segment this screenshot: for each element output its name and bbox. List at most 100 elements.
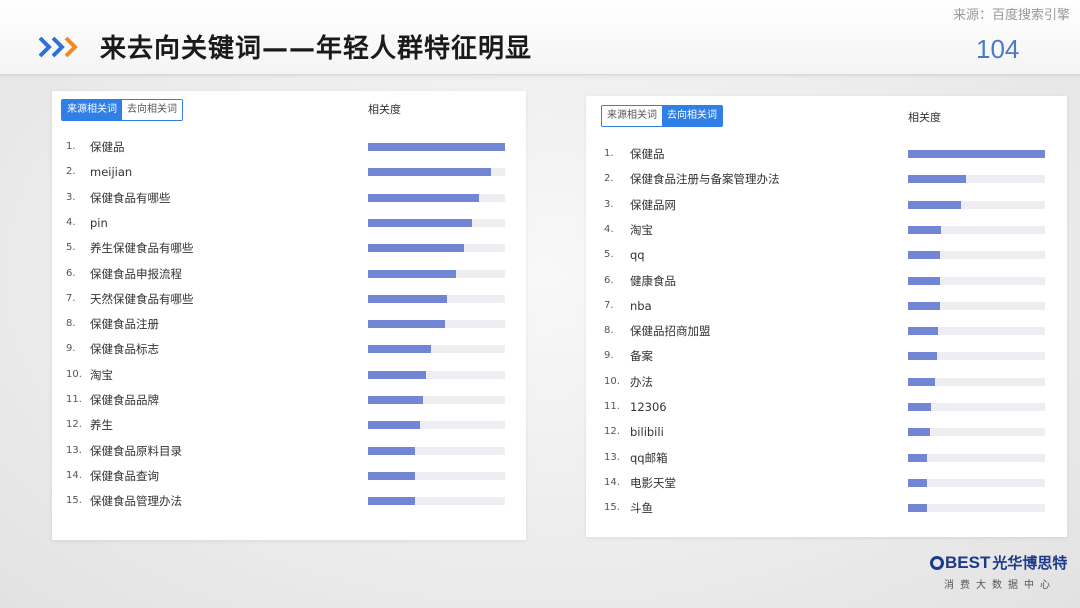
relevance-bar xyxy=(368,218,473,227)
keyword-row[interactable]: 15. 保健食品管理办法 xyxy=(52,491,526,511)
relevance-track xyxy=(908,276,1045,285)
keyword-row[interactable]: 2. 保健食品注册与备案管理办法 xyxy=(586,169,1067,189)
relevance-track xyxy=(368,345,505,354)
keyword-label: 保健食品品牌 xyxy=(90,393,159,407)
keyword-row[interactable]: 4. pin xyxy=(52,213,526,233)
relevance-bar xyxy=(368,269,456,278)
keyword-label: qq xyxy=(630,248,645,263)
keyword-label: 电影天堂 xyxy=(630,475,676,490)
relevance-track xyxy=(908,251,1045,260)
relevance-bar xyxy=(908,428,930,437)
relevance-bar xyxy=(368,143,505,151)
keyword-row[interactable]: 1. 保健品 xyxy=(586,144,1067,164)
keyword-row[interactable]: 13. qq邮箱 xyxy=(586,448,1067,468)
relevance-track xyxy=(908,200,1045,209)
relevance-track xyxy=(368,218,505,227)
keyword-row[interactable]: 9. 备案 xyxy=(586,346,1067,366)
keyword-label: 保健食品有哪些 xyxy=(90,190,171,205)
relevance-track xyxy=(368,370,505,379)
keyword-label: 保健品 xyxy=(90,140,125,154)
keyword-label: 淘宝 xyxy=(90,367,113,382)
keyword-row[interactable]: 8. 保健食品注册 xyxy=(52,314,526,334)
relevance-bar xyxy=(908,251,940,260)
keyword-label: 天然保健食品有哪些 xyxy=(90,291,194,306)
keyword-row[interactable]: 13. 保健食品原料目录 xyxy=(52,441,526,461)
relevance-track xyxy=(368,168,505,177)
keyword-label: 斗鱼 xyxy=(630,501,653,516)
relevance-track xyxy=(368,269,505,278)
keyword-row[interactable]: 10. 办法 xyxy=(586,372,1067,392)
keyword-row[interactable]: 2. meijian xyxy=(52,162,526,182)
keyword-label: 健康食品 xyxy=(630,273,676,288)
relevance-track xyxy=(908,453,1045,462)
page-number: 104 xyxy=(976,34,1020,64)
keyword-row[interactable]: 7. 天然保健食品有哪些 xyxy=(52,289,526,309)
relevance-track xyxy=(908,352,1045,361)
keyword-row[interactable]: 11. 保健食品品牌 xyxy=(52,390,526,410)
source-note: 来源：百度搜索引擎 xyxy=(952,8,1070,23)
tab-source-keywords[interactable]: 来源相关词 xyxy=(62,100,122,120)
keyword-row[interactable]: 6. 保健食品申报流程 xyxy=(52,264,526,284)
relevance-bar xyxy=(908,453,928,462)
keyword-label: 保健品网 xyxy=(630,197,676,212)
keyword-row[interactable]: 12. bilibili xyxy=(586,422,1067,442)
relevance-bar xyxy=(908,403,932,411)
relevance-bar xyxy=(908,150,1045,158)
relevance-bar xyxy=(368,193,479,202)
keyword-row[interactable]: 3. 保健食品有哪些 xyxy=(52,188,526,208)
keyword-row[interactable]: 5. qq xyxy=(586,245,1067,265)
keyword-label: 保健食品查询 xyxy=(90,468,159,483)
keyword-label: 养生保健食品有哪些 xyxy=(90,241,194,256)
relevance-bar xyxy=(368,471,415,480)
relevance-track xyxy=(908,377,1045,386)
keyword-label: 保健食品标志 xyxy=(90,342,159,357)
keyword-row[interactable]: 6. 健康食品 xyxy=(586,271,1067,291)
keyword-row[interactable]: 10. 淘宝 xyxy=(52,365,526,385)
relevance-bar xyxy=(908,377,936,386)
keyword-row[interactable]: 11. 12306 xyxy=(586,397,1067,417)
relevance-bar xyxy=(368,396,423,404)
logo-brand: BEST 光华博思特 xyxy=(930,552,1067,573)
keyword-row[interactable]: 15. 斗鱼 xyxy=(586,498,1067,518)
source-keywords-panel: 来源相关词 去向相关词 相关度 1. 保健品 2. meijian 3. 保健食品有哪些 4… xyxy=(52,91,526,540)
relevance-bar xyxy=(908,175,966,184)
panel-tabs: 来源相关词 去向相关词 xyxy=(601,105,723,127)
relevance-track xyxy=(908,301,1045,310)
relevance-bar xyxy=(908,478,928,487)
relevance-bar xyxy=(908,504,928,513)
relevance-bar xyxy=(368,446,415,455)
keyword-row[interactable]: 7. nba xyxy=(586,296,1067,316)
relevance-bar xyxy=(368,294,448,303)
logo-subtitle: 消费大数据中心 xyxy=(944,580,1056,591)
destination-keywords-panel: 来源相关词 去向相关词 相关度 1. 保健品 2. 保健食品注册与备案管理办法 3. 保健… xyxy=(586,96,1067,537)
keyword-row[interactable]: 12. 养生 xyxy=(52,415,526,435)
tab-source-keywords[interactable]: 来源相关词 xyxy=(602,106,662,126)
keyword-row[interactable]: 14. 电影天堂 xyxy=(586,473,1067,493)
keyword-row[interactable]: 3. 保健品网 xyxy=(586,195,1067,215)
keyword-row[interactable]: 9. 保健食品标志 xyxy=(52,339,526,359)
keyword-row[interactable]: 4. 淘宝 xyxy=(586,220,1067,240)
page-title: 来去向关键词——年轻人群特征明显 xyxy=(100,34,533,64)
relevance-track xyxy=(368,396,505,404)
keyword-label: 12306 xyxy=(630,400,667,414)
keyword-label: 淘宝 xyxy=(630,222,653,237)
keyword-label: 养生 xyxy=(90,418,113,433)
relevance-header: 相关度 xyxy=(908,111,941,124)
tab-destination-keywords[interactable]: 去向相关词 xyxy=(662,106,722,126)
relevance-bar xyxy=(368,244,464,253)
relevance-track xyxy=(368,421,505,430)
logo-ring-icon xyxy=(930,556,944,570)
relevance-bar xyxy=(368,497,415,506)
keyword-row[interactable]: 1. 保健品 xyxy=(52,137,526,157)
keyword-row[interactable]: 8. 保健品招商加盟 xyxy=(586,321,1067,341)
keyword-label: 保健食品注册与备案管理办法 xyxy=(630,172,780,187)
keyword-label: nba xyxy=(630,298,652,313)
keyword-row[interactable]: 5. 养生保健食品有哪些 xyxy=(52,238,526,258)
triple-chevron-icon xyxy=(38,36,78,58)
keyword-label: 保健食品管理办法 xyxy=(90,494,182,509)
tab-destination-keywords[interactable]: 去向相关词 xyxy=(122,100,182,120)
relevance-bar xyxy=(368,421,421,430)
keyword-row[interactable]: 14. 保健食品查询 xyxy=(52,466,526,486)
relevance-track xyxy=(368,143,505,151)
keyword-label: bilibili xyxy=(630,425,664,440)
